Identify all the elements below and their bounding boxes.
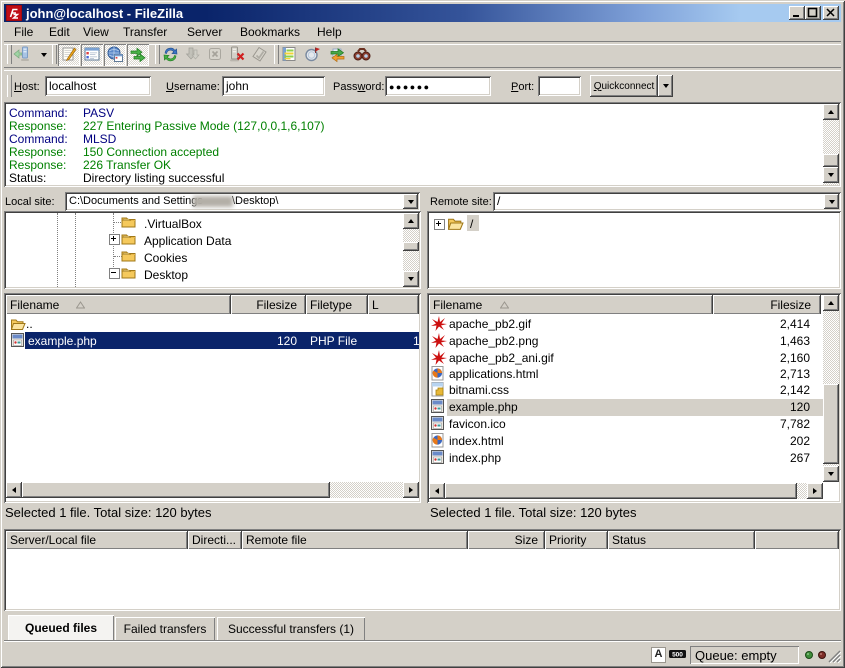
svg-text:500: 500 (672, 652, 683, 659)
